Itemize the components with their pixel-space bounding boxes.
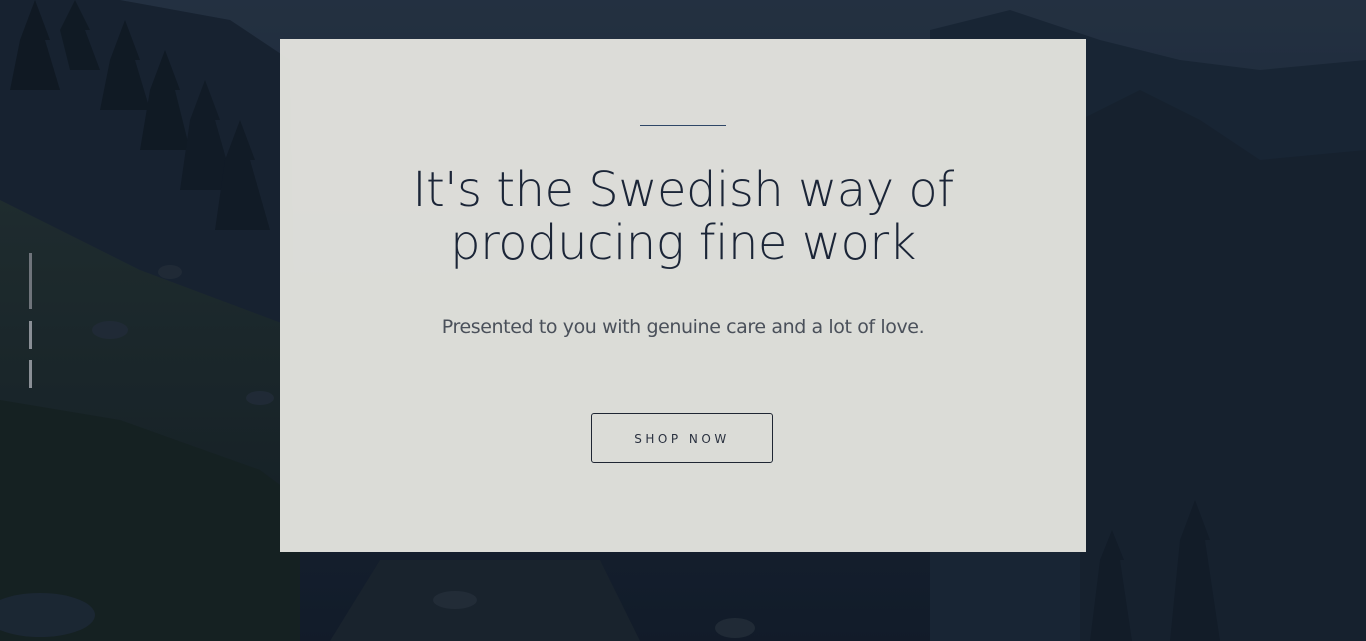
hero-subtitle: Presented to you with genuine care and a… <box>441 316 925 338</box>
hero-headline: It's the Swedish way of producing fine w… <box>280 164 1086 270</box>
hero-section: It's the Swedish way of producing fine w… <box>0 0 1366 641</box>
headline-line-1: It's the Swedish way of <box>412 162 954 218</box>
slide-indicators <box>29 253 33 393</box>
shop-now-button[interactable]: SHOP NOW <box>591 413 773 463</box>
slide-indicator-3[interactable] <box>29 360 32 388</box>
hero-card: It's the Swedish way of producing fine w… <box>280 39 1086 552</box>
headline-line-2: producing fine work <box>450 215 916 271</box>
decorative-divider <box>640 125 726 126</box>
slide-indicator-1[interactable] <box>29 253 32 309</box>
slide-indicator-2[interactable] <box>29 321 32 349</box>
